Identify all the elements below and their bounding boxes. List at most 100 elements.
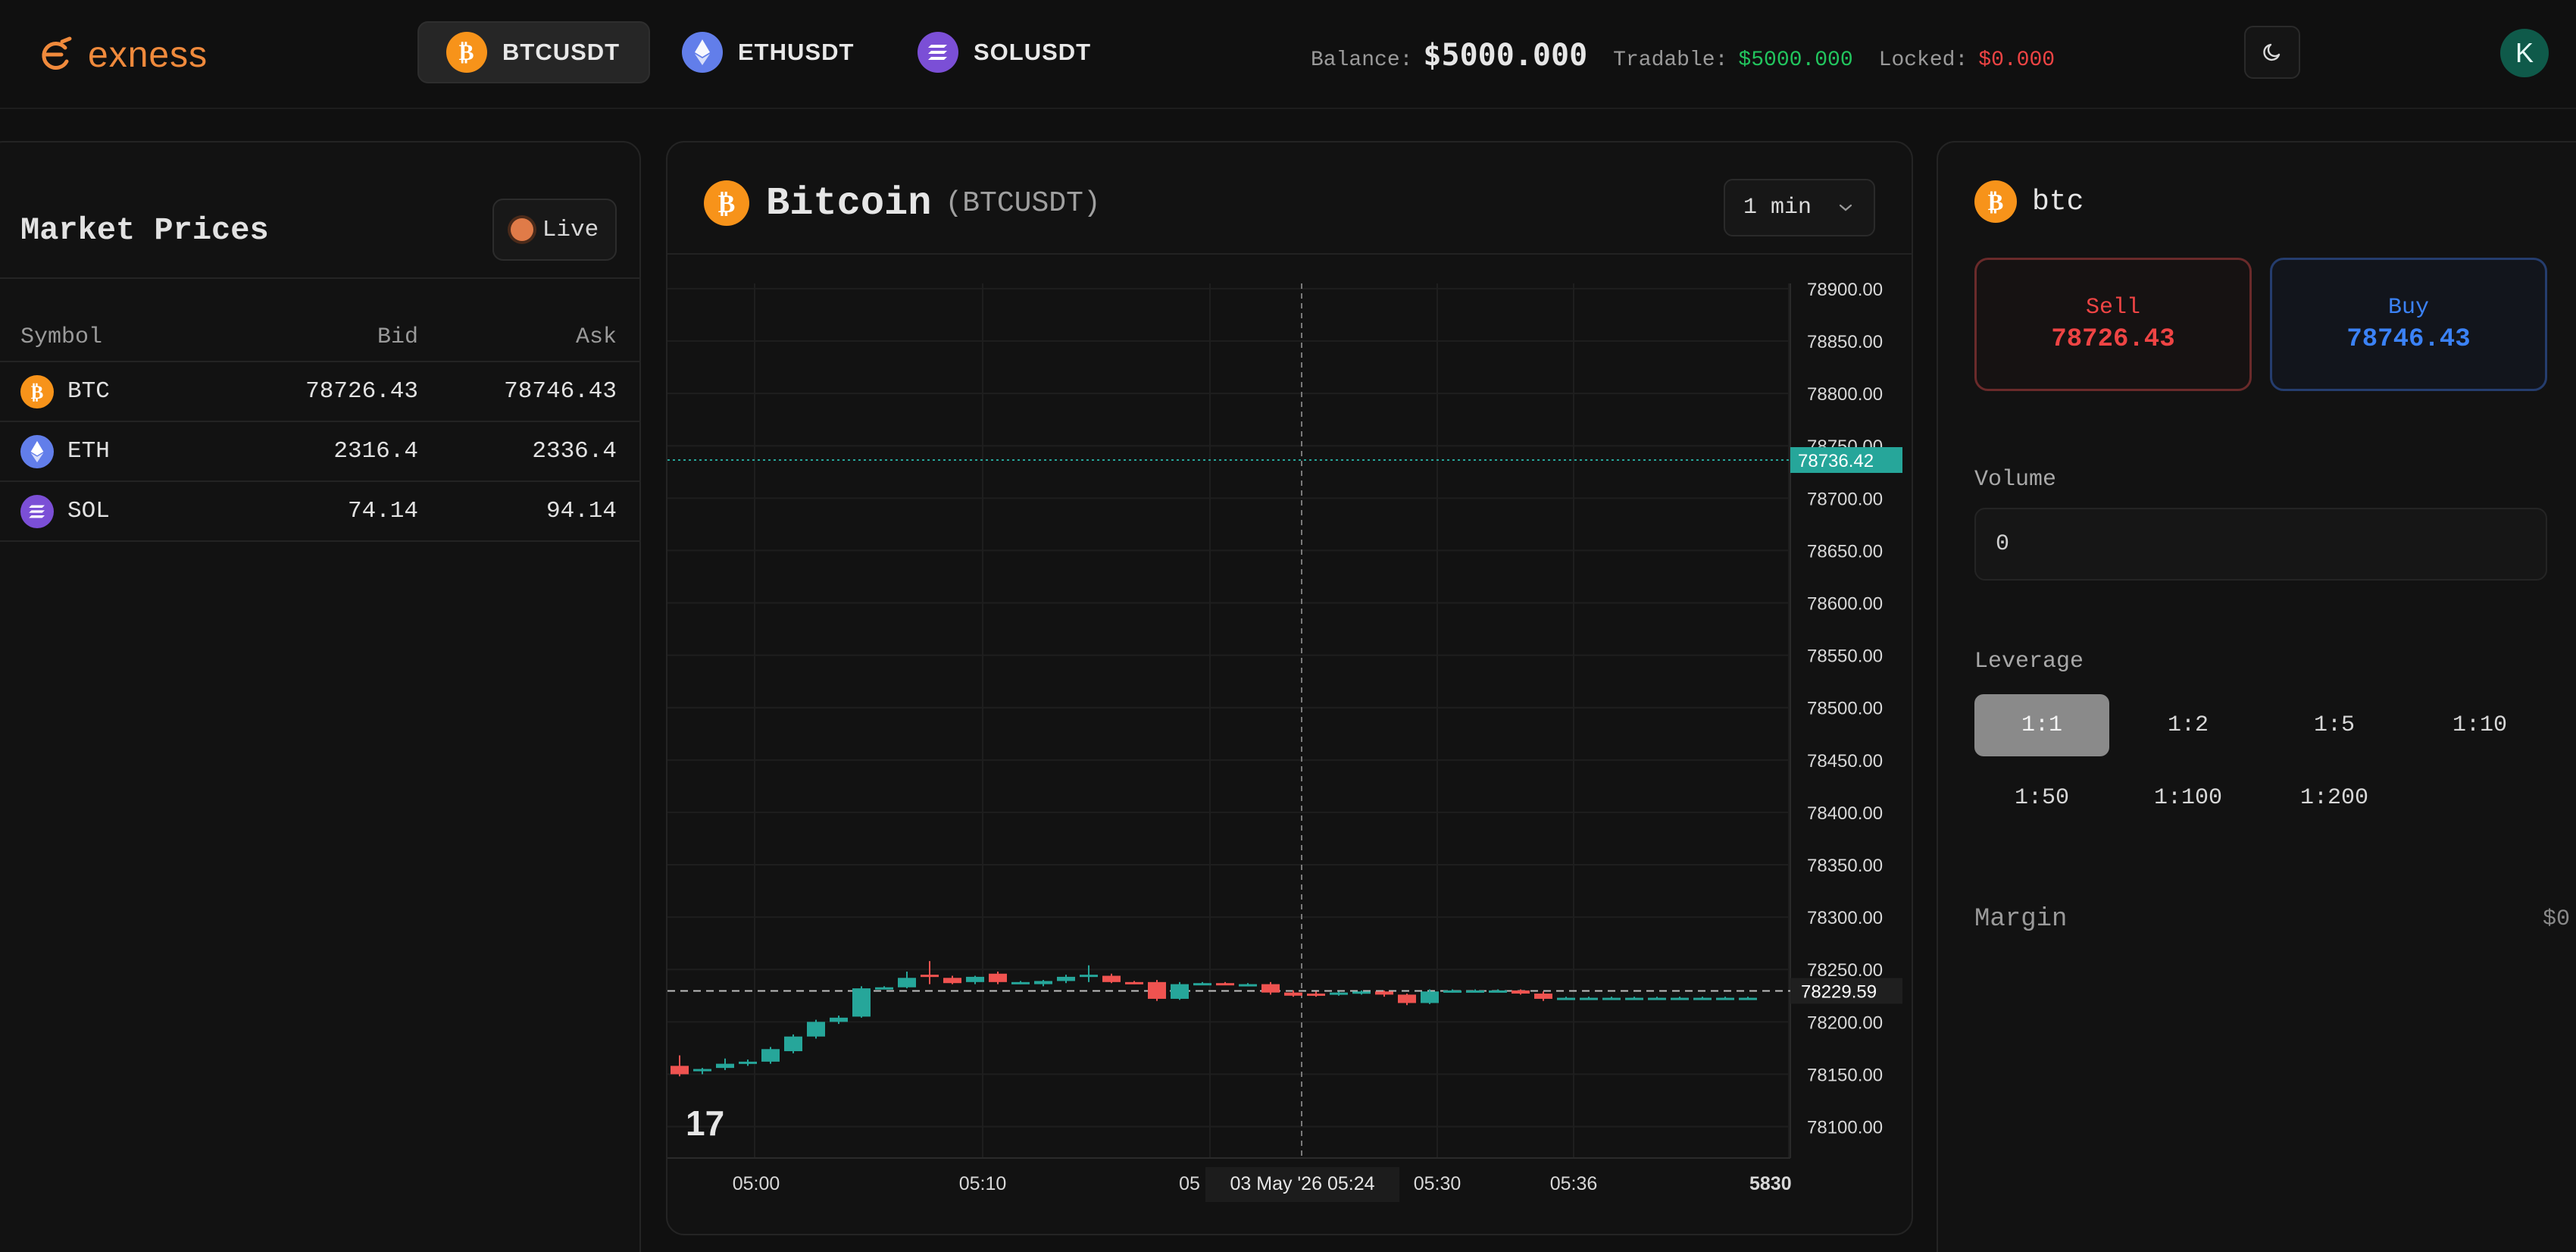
x-tick-label: 05:10	[959, 1173, 1007, 1194]
y-tick-label: 78400.00	[1807, 803, 1883, 824]
locked-label: Locked:	[1878, 49, 1968, 72]
order-panel: ₿ btc Sell 78726.43 Buy 78746.43 Volume …	[1937, 141, 2576, 1252]
leverage-option-1-100[interactable]: 1:100	[2121, 767, 2256, 829]
candle-body	[1557, 997, 1575, 1000]
tab-label: SOLUSDT	[974, 39, 1092, 65]
x-tick-label: 05:30	[1414, 1173, 1462, 1194]
candle-body	[1375, 991, 1393, 995]
y-tick-label: 78200.00	[1807, 1013, 1883, 1033]
buy-price: 78746.43	[2346, 325, 2471, 354]
y-tick-label: 78650.00	[1807, 541, 1883, 562]
y-tick-label: 78350.00	[1807, 856, 1883, 876]
candle-body	[1671, 997, 1689, 1000]
symbol-cell: SOL	[20, 482, 110, 540]
svg-text:₿: ₿	[1988, 189, 2004, 214]
candle-body	[807, 1022, 825, 1037]
buy-button[interactable]: Buy 78746.43	[2270, 258, 2547, 391]
margin-label: Margin	[1974, 905, 2068, 934]
live-badge[interactable]: Live	[492, 199, 617, 261]
user-avatar[interactable]: K	[2500, 29, 2549, 77]
y-tick-label: 78500.00	[1807, 699, 1883, 719]
y-tick-label: 78850.00	[1807, 332, 1883, 352]
theme-toggle-button[interactable]	[2244, 26, 2300, 79]
solana-icon	[918, 32, 958, 73]
candle-body	[1352, 991, 1371, 994]
leverage-option-1-50[interactable]: 1:50	[1974, 767, 2109, 829]
candle-body	[1421, 991, 1439, 1003]
y-tick-label: 78300.00	[1807, 908, 1883, 928]
leverage-option-1-2[interactable]: 1:2	[2121, 694, 2256, 756]
column-bid: Bid	[377, 324, 418, 350]
sell-button[interactable]: Sell 78726.43	[1974, 258, 2252, 391]
candle-body	[830, 1017, 848, 1022]
table-row[interactable]: SOL 74.14 94.14	[0, 482, 641, 542]
candle-body	[1216, 983, 1234, 986]
buy-label: Buy	[2387, 295, 2429, 321]
candle-body	[1466, 990, 1484, 993]
leverage-option-1-1[interactable]: 1:1	[1974, 694, 2109, 756]
candle-body	[898, 978, 916, 988]
candle-body	[1080, 975, 1098, 978]
balance-label: Balance:	[1311, 49, 1413, 72]
candle-body	[1102, 975, 1121, 982]
market-prices-panel: Market Prices Live Symbol Bid Ask ₿ BTC …	[0, 141, 641, 1252]
candle-body	[1739, 997, 1757, 1000]
tab-btcusdt[interactable]: ₿ BTCUSDT	[417, 21, 651, 83]
candle-body	[739, 1061, 757, 1064]
svg-text:₿: ₿	[31, 381, 44, 402]
bid-value: 78726.43	[305, 378, 418, 405]
tab-solusdt[interactable]: SOLUSDT	[890, 21, 1120, 83]
leverage-option-1-200[interactable]: 1:200	[2267, 767, 2402, 829]
volume-input[interactable]	[1974, 508, 2547, 581]
svg-text:₿: ₿	[718, 189, 736, 218]
symbol-label: ETH	[67, 438, 110, 465]
symbol-label: BTC	[67, 378, 110, 405]
tab-ethusdt[interactable]: ETHUSDT	[655, 21, 883, 83]
candle-body	[1398, 994, 1416, 1003]
leverage-option-1-10[interactable]: 1:10	[2412, 694, 2547, 756]
candle-body	[1330, 992, 1348, 995]
y-tick-label: 78150.00	[1807, 1065, 1883, 1085]
top-header: exness ₿ BTCUSDT ETHUSDT SOLUSDT Balance…	[0, 0, 2576, 109]
exness-logo[interactable]: exness	[36, 30, 208, 79]
margin-value: $0	[2542, 906, 2570, 932]
market-table: Symbol Bid Ask ₿ BTC 78726.43 78746.43 E…	[0, 324, 641, 542]
interval-select[interactable]: 1 min	[1724, 179, 1875, 236]
y-tick-label: 78450.00	[1807, 751, 1883, 772]
interval-value: 1 min	[1743, 195, 1812, 221]
ask-value: 2336.4	[532, 438, 617, 465]
crosshair-time-label: 03 May '26 05:24	[1230, 1173, 1374, 1194]
y-tick-label: 78800.00	[1807, 384, 1883, 405]
candle-body	[1034, 981, 1052, 984]
candle-body	[1489, 990, 1507, 993]
live-dot-icon	[510, 218, 533, 241]
asset-name: Bitcoin	[766, 180, 932, 226]
tradable-label: Tradable:	[1613, 49, 1728, 72]
candle-body	[1011, 981, 1030, 984]
candle-body	[761, 1049, 780, 1062]
symbol-label: SOL	[67, 498, 110, 524]
logo-text: exness	[88, 34, 208, 75]
bitcoin-icon: ₿	[446, 32, 487, 73]
candle-body	[1125, 981, 1143, 984]
table-row[interactable]: ₿ BTC 78726.43 78746.43	[0, 362, 641, 422]
table-row[interactable]: ETH 2316.4 2336.4	[0, 422, 641, 482]
chart-panel: 78900.00 78850.00 78800.00 78750.00 78700.00…	[666, 141, 1913, 1235]
candle-body	[1284, 992, 1302, 996]
bitcoin-icon: ₿	[1974, 180, 2017, 223]
sell-price: 78726.43	[2051, 325, 2175, 354]
asset-ticker: (BTCUSDT)	[945, 186, 1101, 220]
price-chart[interactable]: 78900.0078850.0078800.0078750.0078700.00…	[667, 142, 1913, 1235]
y-tick-label: 78600.00	[1807, 594, 1883, 615]
column-symbol: Symbol	[20, 324, 103, 350]
candle-body	[1261, 984, 1280, 993]
chart-header: ₿ Bitcoin (BTCUSDT)	[704, 180, 1101, 226]
y-tick-label: 78700.00	[1807, 489, 1883, 509]
y-tick-label: 78250.00	[1807, 960, 1883, 981]
bid-value: 2316.4	[333, 438, 418, 465]
candle-body	[1057, 976, 1075, 981]
tradable-value: $5000.000	[1738, 49, 1853, 72]
column-ask: Ask	[575, 324, 617, 350]
candle-body	[1307, 994, 1325, 997]
leverage-option-1-5[interactable]: 1:5	[2267, 694, 2402, 756]
